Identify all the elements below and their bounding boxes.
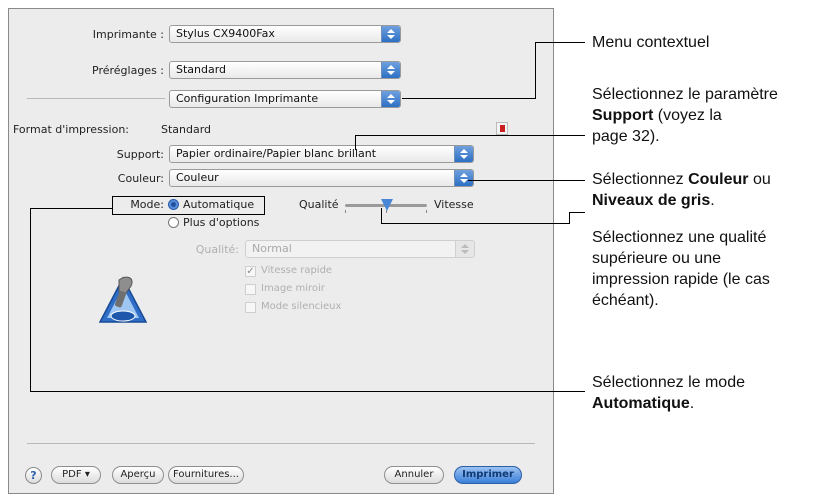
callout-mode-bold: Automatique: [592, 395, 690, 412]
quality-speed-slider[interactable]: [345, 199, 427, 213]
color-leader-line: [468, 180, 585, 181]
pdf-menu-button[interactable]: PDF ▾: [51, 466, 101, 484]
presets-value: Standard: [176, 63, 227, 76]
printer-select[interactable]: Stylus CX9400Fax: [169, 25, 401, 43]
callout-color-bold1: Couleur: [688, 171, 749, 188]
fast-label: Vitesse rapide: [261, 265, 333, 276]
callout-mode-line2: Automatique.: [592, 393, 745, 414]
callout-quality-line4: échéant).: [592, 292, 659, 309]
callout-support-line2: Support (voyez la: [592, 105, 838, 126]
mode-more-label[interactable]: Plus d'options: [183, 216, 259, 229]
popup-arrows-icon: [381, 91, 400, 107]
paper-size-icon: [496, 122, 508, 135]
print-button[interactable]: Imprimer: [454, 466, 522, 484]
mode-more-radio[interactable]: [168, 217, 179, 228]
callout-menu: Menu contextuel: [592, 34, 710, 51]
media-label: Support:: [116, 148, 164, 161]
callout-color-text2: ou: [748, 171, 771, 188]
presets-label: Préréglages :: [92, 64, 164, 77]
help-button[interactable]: ?: [25, 467, 42, 484]
popup-arrows-icon: [454, 146, 473, 162]
callout-quality-line1: Sélectionnez une qualité: [592, 229, 767, 246]
paper-size-value: Standard: [161, 123, 212, 136]
callout-color-bold2: Niveaux de gris: [592, 192, 711, 209]
print-dialog: Imprimante : Stylus CX9400Fax Préréglage…: [8, 8, 554, 494]
quality-leader-line: [569, 212, 570, 224]
callout-support-rest: (voyez la: [653, 107, 722, 124]
menu-leader-line: [535, 42, 585, 43]
callout-quality-line3: impression rapide (le cas: [592, 271, 770, 288]
cancel-button[interactable]: Annuler: [384, 466, 444, 484]
fast-checkbox[interactable]: ✓: [245, 266, 256, 277]
color-label: Couleur:: [117, 172, 164, 185]
color-value: Couleur: [176, 171, 219, 184]
speed-label: Vitesse: [434, 198, 474, 211]
callout-color-line1: Sélectionnez Couleur ou: [592, 169, 771, 190]
quality-value: Normal: [252, 242, 292, 255]
callout-mode: Sélectionnez le mode Automatique.: [592, 372, 745, 414]
printer-value: Stylus CX9400Fax: [176, 27, 275, 40]
printer-label: Imprimante :: [92, 28, 164, 41]
color-select[interactable]: Couleur: [169, 169, 474, 187]
callout-support-bold: Support: [592, 107, 654, 124]
callout-color-text3: .: [710, 192, 715, 209]
quality-leader-line: [569, 212, 585, 213]
callout-color-text: Sélectionnez: [592, 171, 689, 188]
silent-label: Mode silencieux: [261, 301, 342, 312]
mirror-checkbox[interactable]: [245, 284, 256, 295]
mode-leader-line: [30, 208, 112, 209]
epson-printer-utility-icon: [98, 276, 148, 323]
callout-support: Sélectionnez le paramètre Support (voyez…: [592, 84, 838, 147]
media-value: Papier ordinaire/Papier blanc brillant: [176, 147, 377, 160]
callout-mode-text: .: [689, 395, 695, 412]
slider-thumb[interactable]: [381, 199, 393, 211]
mode-leader-line: [30, 391, 585, 392]
popup-arrows-icon: [381, 26, 400, 42]
support-leader-line: [355, 135, 585, 136]
silent-checkbox[interactable]: [245, 302, 256, 313]
panel-select[interactable]: Configuration Imprimante: [169, 90, 401, 108]
media-select[interactable]: Papier ordinaire/Papier blanc brillant: [169, 145, 474, 163]
quality-label: Qualité:: [195, 243, 239, 256]
popup-arrows-icon: [454, 170, 473, 186]
preview-button[interactable]: Aperçu: [112, 466, 164, 484]
supplies-button[interactable]: Fournitures...: [168, 466, 244, 484]
callout-support-line1: Sélectionnez le paramètre: [592, 86, 778, 103]
separator: [27, 98, 165, 99]
callout-quality: Sélectionnez une qualité supérieure ou u…: [592, 227, 770, 311]
quality-select[interactable]: Normal: [245, 240, 475, 258]
quality-leader-line: [381, 208, 382, 224]
popup-arrows-icon: [455, 241, 474, 257]
menu-leader-line: [535, 42, 536, 99]
quality-leader-line: [381, 223, 570, 224]
popup-arrows-icon: [381, 62, 400, 78]
callout-color-line2: Niveaux de gris.: [592, 190, 771, 211]
support-leader-line: [355, 135, 356, 150]
callout-support-line3: page 32).: [592, 128, 660, 145]
callout-quality-line2: supérieure ou une: [592, 250, 721, 267]
quality-slider-label: Qualité: [299, 198, 339, 211]
mode-highlight-box: [112, 196, 265, 215]
mirror-label: Image miroir: [261, 283, 325, 294]
callout-color: Sélectionnez Couleur ou Niveaux de gris.: [592, 169, 771, 211]
callout-mode-line1: Sélectionnez le mode: [592, 374, 745, 391]
panel-value: Configuration Imprimante: [176, 92, 319, 105]
mode-leader-line: [30, 208, 31, 391]
presets-select[interactable]: Standard: [169, 61, 401, 79]
bottom-separator: [27, 443, 535, 444]
paper-size-label: Format d'impression:: [13, 123, 129, 136]
menu-leader-line: [402, 98, 536, 99]
